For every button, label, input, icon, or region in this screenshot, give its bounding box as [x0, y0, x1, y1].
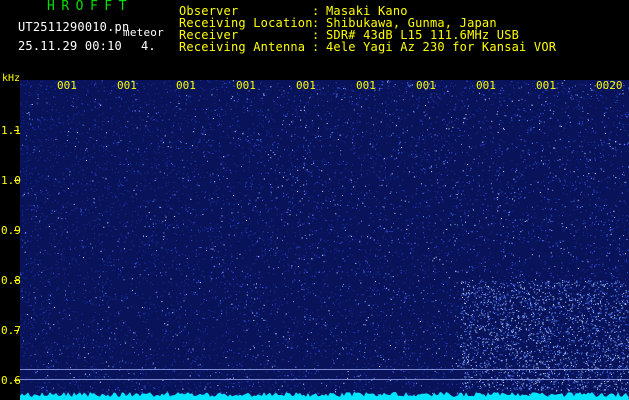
- file-name: UT2511290010.pn: [18, 20, 130, 34]
- time-tick: 0020: [596, 79, 623, 92]
- time-tick: 001: [356, 79, 376, 92]
- time-tick: 001: [416, 79, 436, 92]
- mode-label: meteor: [123, 26, 164, 39]
- freq-unit-label: kHz: [2, 73, 21, 84]
- time-tick: 001: [236, 79, 256, 92]
- header-panel: HROFFT UT2511290010.pn meteor 25.11.29 0…: [0, 0, 629, 78]
- time-tick: 001: [296, 79, 316, 92]
- freq-tick: [14, 330, 19, 331]
- freq-tick: [14, 380, 19, 381]
- antenna-label: Receiving Antenna: [179, 40, 306, 54]
- event-count: 4.: [141, 39, 156, 53]
- freq-tick: [14, 130, 19, 131]
- freq-tick: [14, 180, 19, 181]
- time-tick: 001: [117, 79, 137, 92]
- time-tick: 001: [536, 79, 556, 92]
- time-tick: 001: [57, 79, 77, 92]
- time-tick: 001: [176, 79, 196, 92]
- antenna-value: 4ele Yagi Az 230 for Kansai VOR: [326, 40, 557, 54]
- freq-tick: [14, 230, 19, 231]
- time-axis: 001 001 001 001 001 001 001 001 001 0020: [20, 80, 629, 92]
- freq-tick: [14, 280, 19, 281]
- antenna-sep: :: [312, 40, 320, 54]
- datetime: 25.11.29 00:10: [18, 39, 122, 53]
- time-tick: 001: [476, 79, 496, 92]
- app-title: HROFFT: [47, 0, 133, 14]
- spectrogram-canvas: [20, 80, 629, 400]
- spectrogram-plot[interactable]: [20, 80, 629, 400]
